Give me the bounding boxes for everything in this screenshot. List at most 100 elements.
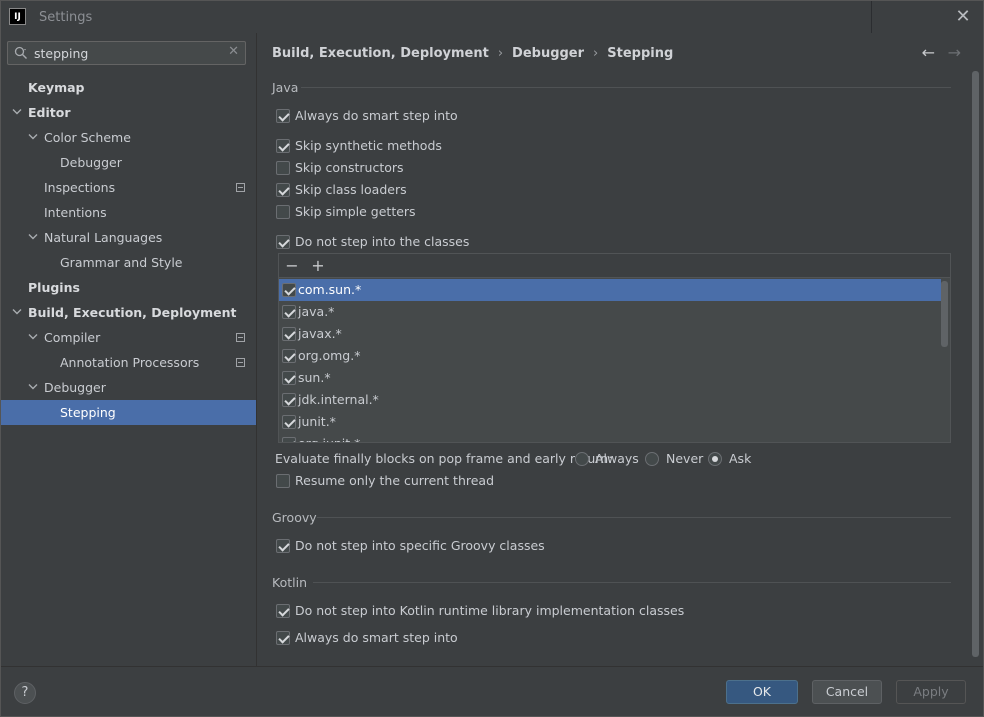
sidebar-item[interactable]: Inspections bbox=[1, 175, 256, 200]
back-arrow-icon[interactable]: ← bbox=[922, 43, 935, 62]
breadcrumb-separator: › bbox=[497, 46, 504, 61]
radio-ask[interactable] bbox=[708, 452, 722, 466]
checkbox-label: Skip simple getters bbox=[295, 204, 416, 219]
breadcrumb-separator: › bbox=[593, 46, 599, 61]
sidebar-item[interactable]: Build, Execution, Deployment bbox=[1, 300, 256, 325]
chevron-down-icon[interactable] bbox=[28, 225, 40, 250]
apply-button[interactable]: Apply bbox=[896, 680, 966, 704]
breadcrumb: Build, Execution, Deployment › Debugger › St… bbox=[272, 46, 673, 61]
project-scope-icon bbox=[236, 358, 245, 367]
class-pattern-checkbox[interactable] bbox=[282, 305, 296, 319]
class-pattern-row[interactable]: junit.* bbox=[279, 411, 941, 433]
checkbox-label: Skip synthetic methods bbox=[295, 138, 442, 153]
checkbox-box[interactable] bbox=[276, 205, 290, 219]
class-pattern-row[interactable]: jdk.internal.* bbox=[279, 389, 941, 411]
checkbox-box[interactable] bbox=[276, 235, 290, 249]
chevron-down-icon[interactable] bbox=[12, 100, 24, 125]
class-pattern-name: org.junit.* bbox=[298, 433, 360, 442]
clear-search-icon[interactable]: ✕ bbox=[228, 44, 239, 59]
sidebar-item[interactable]: Plugins bbox=[1, 275, 256, 300]
checkbox-box[interactable] bbox=[276, 139, 290, 153]
dialog-footer: ? OK Cancel Apply bbox=[1, 666, 983, 716]
sidebar-item[interactable]: Annotation Processors bbox=[1, 350, 256, 375]
sidebar-item[interactable]: Debugger bbox=[1, 150, 256, 175]
class-list-scrollbar[interactable] bbox=[941, 281, 948, 347]
intellij-app-icon: IJ bbox=[9, 8, 26, 25]
sidebar-item[interactable]: Debugger bbox=[1, 375, 256, 400]
class-pattern-row[interactable]: org.junit.* bbox=[279, 433, 941, 442]
checkbox-label: Do not step into specific Groovy classes bbox=[295, 538, 545, 553]
help-icon[interactable]: ? bbox=[14, 682, 36, 704]
sidebar-item-label: Keymap bbox=[28, 80, 85, 95]
class-pattern-name: javax.* bbox=[298, 326, 342, 341]
chevron-down-icon[interactable] bbox=[28, 125, 40, 150]
evaluate-finally-label: Evaluate finally blocks on pop frame and… bbox=[275, 451, 613, 466]
class-rows: com.sun.* java.* javax.* org.omg.* sun.* jdk.… bbox=[279, 279, 941, 442]
class-list-toolbar: − + bbox=[279, 254, 950, 278]
chevron-down-icon[interactable] bbox=[12, 300, 24, 325]
sidebar-item[interactable]: Keymap bbox=[1, 75, 256, 100]
sidebar-item[interactable]: Editor bbox=[1, 100, 256, 125]
checkbox-box[interactable] bbox=[276, 539, 290, 553]
class-pattern-name: jdk.internal.* bbox=[298, 392, 379, 407]
title-bar: IJ Settings ✕ bbox=[1, 1, 983, 33]
class-pattern-name: org.omg.* bbox=[298, 348, 361, 363]
sidebar-item[interactable]: Color Scheme bbox=[1, 125, 256, 150]
class-pattern-checkbox[interactable] bbox=[282, 327, 296, 341]
class-pattern-row[interactable]: javax.* bbox=[279, 323, 941, 345]
checkbox-box[interactable] bbox=[276, 474, 290, 488]
checkbox-box[interactable] bbox=[276, 183, 290, 197]
class-pattern-row[interactable]: sun.* bbox=[279, 367, 941, 389]
sidebar-item-label: Natural Languages bbox=[44, 230, 163, 245]
groovy-section-title: Groovy bbox=[272, 510, 317, 525]
radio-always-label[interactable]: Always bbox=[595, 449, 639, 469]
sidebar-item[interactable]: Stepping bbox=[1, 400, 256, 425]
checkbox-label: Always do smart step into bbox=[295, 108, 458, 123]
close-icon[interactable]: ✕ bbox=[953, 7, 973, 27]
sidebar-item[interactable]: Grammar and Style bbox=[1, 250, 256, 275]
checkbox-box[interactable] bbox=[276, 109, 290, 123]
checkbox-label: Do not step into the classes bbox=[295, 234, 470, 249]
groovy-section-divider bbox=[317, 517, 951, 518]
java-section-divider bbox=[301, 87, 951, 88]
checkbox-label: Skip class loaders bbox=[295, 182, 407, 197]
checkbox-box[interactable] bbox=[276, 161, 290, 175]
class-pattern-row[interactable]: java.* bbox=[279, 301, 941, 323]
class-pattern-checkbox[interactable] bbox=[282, 371, 296, 385]
radio-ask-label[interactable]: Ask bbox=[729, 449, 751, 469]
sidebar-item[interactable]: Intentions bbox=[1, 200, 256, 225]
sidebar-item-label: Inspections bbox=[44, 180, 116, 195]
search-field[interactable]: ✕ bbox=[7, 41, 246, 65]
class-pattern-name: com.sun.* bbox=[298, 282, 362, 297]
breadcrumb-item: Build, Execution, Deployment bbox=[272, 46, 489, 61]
search-input[interactable] bbox=[34, 44, 224, 62]
radio-never[interactable] bbox=[645, 452, 659, 466]
cancel-button[interactable]: Cancel bbox=[812, 680, 882, 704]
class-pattern-checkbox[interactable] bbox=[282, 283, 296, 297]
add-class-button[interactable]: + bbox=[308, 256, 328, 276]
kotlin-section-title: Kotlin bbox=[272, 575, 307, 590]
class-pattern-checkbox[interactable] bbox=[282, 393, 296, 407]
radio-never-label[interactable]: Never bbox=[666, 449, 703, 469]
sidebar-item-label: Plugins bbox=[28, 280, 80, 295]
checkbox-label: Always do smart step into bbox=[295, 630, 458, 645]
sidebar-item-label: Intentions bbox=[44, 205, 107, 220]
chevron-down-icon[interactable] bbox=[28, 325, 40, 350]
window-title: Settings bbox=[39, 10, 93, 25]
class-pattern-checkbox[interactable] bbox=[282, 349, 296, 363]
remove-class-button[interactable]: − bbox=[282, 256, 302, 276]
class-pattern-row[interactable]: com.sun.* bbox=[279, 279, 941, 301]
settings-main-panel: Build, Execution, Deployment › Debugger › St… bbox=[257, 33, 983, 666]
sidebar-item[interactable]: Compiler bbox=[1, 325, 256, 350]
checkbox-box[interactable] bbox=[276, 631, 290, 645]
sidebar-item[interactable]: Natural Languages bbox=[1, 225, 256, 250]
forward-arrow-icon[interactable]: → bbox=[948, 43, 961, 62]
checkbox-box[interactable] bbox=[276, 604, 290, 618]
radio-always[interactable] bbox=[575, 452, 589, 466]
class-pattern-row[interactable]: org.omg.* bbox=[279, 345, 941, 367]
settings-scrollbar[interactable] bbox=[972, 71, 979, 657]
ok-button[interactable]: OK bbox=[726, 680, 798, 704]
chevron-down-icon[interactable] bbox=[28, 375, 40, 400]
class-pattern-checkbox[interactable] bbox=[282, 437, 296, 442]
class-pattern-checkbox[interactable] bbox=[282, 415, 296, 429]
